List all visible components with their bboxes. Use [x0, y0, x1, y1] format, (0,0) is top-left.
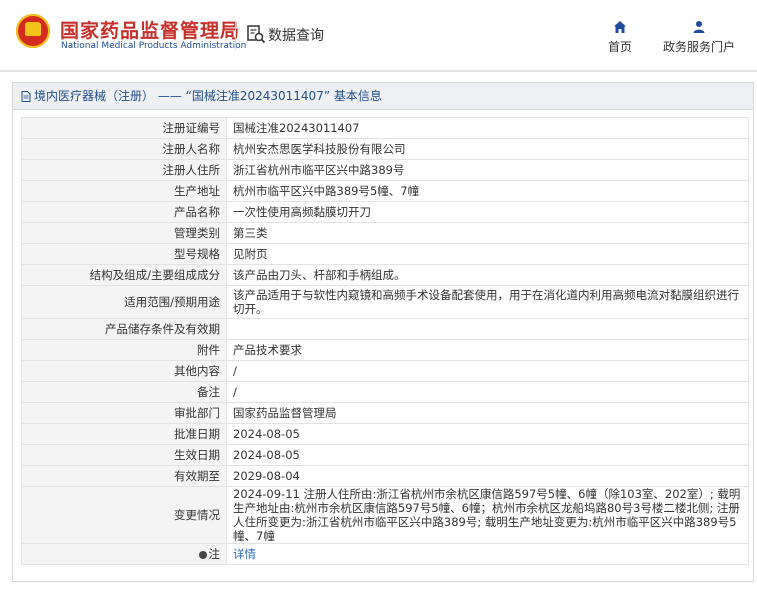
- field-label: 产品名称: [21, 201, 227, 223]
- note-label: 注: [208, 547, 221, 561]
- field-value: 杭州安杰思医学科技股份有限公司: [226, 138, 749, 160]
- field-label: 审批部门: [21, 402, 227, 424]
- table-row: 变更情况 2024-09-11 注册人住所由:浙江省杭州市余杭区康信路597号5幢…: [21, 486, 749, 544]
- field-value: 2024-08-05: [226, 423, 749, 445]
- header-divider: [235, 20, 236, 50]
- field-value: 2024-09-11 注册人住所由:浙江省杭州市余杭区康信路597号5幢、6幢（…: [226, 486, 749, 544]
- table-row: 结构及组成/主要组成成分 该产品由刀头、杆部和手柄组成。: [21, 264, 749, 286]
- field-label-note: 注: [21, 543, 227, 565]
- table-row: 注册人名称 杭州安杰思医学科技股份有限公司: [21, 138, 749, 160]
- table-row: 其他内容 /: [21, 360, 749, 382]
- brand-title: 国家药品监督管理局: [60, 20, 241, 42]
- breadcrumb-text: 境内医疗器械（注册） —— “国械注准20243011407” 基本信息: [34, 89, 382, 103]
- field-label: 产品储存条件及有效期: [21, 318, 227, 340]
- table-row: 生产地址 杭州市临平区兴中路389号5幢、7幢: [21, 180, 749, 202]
- brand-subtitle: National Medical Products Administration: [61, 41, 247, 51]
- field-value: /: [226, 360, 749, 382]
- field-label: 有效期至: [21, 465, 227, 487]
- table-row: 有效期至 2029-08-04: [21, 465, 749, 487]
- nav-home[interactable]: 首页: [608, 20, 632, 55]
- nav-service-portal-label: 政务服务门户: [663, 40, 736, 54]
- field-value: 一次性使用高频黏膜切开刀: [226, 201, 749, 223]
- table-row: 附件 产品技术要求: [21, 339, 749, 361]
- field-label: 变更情况: [21, 486, 227, 544]
- field-label: 注册证编号: [21, 117, 227, 139]
- table-row: 生效日期 2024-08-05: [21, 444, 749, 466]
- field-label: 适用范围/预期用途: [21, 285, 227, 319]
- registration-info-table: 注册证编号 国械注准20243011407 注册人名称 杭州安杰思医学科技股份有限公…: [21, 117, 749, 565]
- field-value: /: [226, 381, 749, 403]
- data-query-label[interactable]: 数据查询: [268, 25, 324, 45]
- field-label: 生产地址: [21, 180, 227, 202]
- details-link[interactable]: 详情: [233, 547, 256, 561]
- field-label: 生效日期: [21, 444, 227, 466]
- table-row: 产品名称 一次性使用高频黏膜切开刀: [21, 201, 749, 223]
- table-row: 适用范围/预期用途 该产品适用于与软性内窥镜和高频手术设备配套使用，用于在消化道内…: [21, 285, 749, 319]
- table-row: 注 详情: [21, 543, 749, 565]
- field-value: 该产品适用于与软性内窥镜和高频手术设备配套使用，用于在消化道内利用高频电流对黏膜…: [226, 285, 749, 319]
- field-label: 批准日期: [21, 423, 227, 445]
- field-label: 结构及组成/主要组成成分: [21, 264, 227, 286]
- field-value: 该产品由刀头、杆部和手柄组成。: [226, 264, 749, 286]
- field-value: 国械注准20243011407: [226, 117, 749, 139]
- field-value: 浙江省杭州市临平区兴中路389号: [226, 159, 749, 181]
- nav-home-label: 首页: [608, 40, 633, 54]
- national-emblem-logo: [16, 14, 50, 48]
- document-icon: [21, 91, 31, 102]
- home-icon: [614, 21, 626, 33]
- field-label: 附件: [21, 339, 227, 361]
- header-bottom-line: [0, 70, 757, 72]
- field-label: 管理类别: [21, 222, 227, 244]
- field-value: [226, 318, 749, 340]
- field-value: 产品技术要求: [226, 339, 749, 361]
- table-row: 注册证编号 国械注准20243011407: [21, 117, 749, 139]
- field-value: 2024-08-05: [226, 444, 749, 466]
- table-row: 型号规格 见附页: [21, 243, 749, 265]
- breadcrumb: 境内医疗器械（注册） —— “国械注准20243011407” 基本信息: [13, 83, 753, 110]
- user-icon: [693, 21, 705, 33]
- field-label: 注册人住所: [21, 159, 227, 181]
- data-query-icon: [247, 25, 266, 44]
- table-row: 批准日期 2024-08-05: [21, 423, 749, 445]
- field-value: 详情: [226, 543, 749, 565]
- nav-service-portal[interactable]: 政务服务门户: [663, 20, 735, 55]
- table-row: 审批部门 国家药品监督管理局: [21, 402, 749, 424]
- table-row: 产品储存条件及有效期: [21, 318, 749, 340]
- field-value: 2029-08-04: [226, 465, 749, 487]
- field-value: 第三类: [226, 222, 749, 244]
- field-label: 型号规格: [21, 243, 227, 265]
- site-header: 国家药品监督管理局 National Medical Products Admi…: [0, 0, 757, 70]
- field-value: 见附页: [226, 243, 749, 265]
- field-value: 杭州市临平区兴中路389号5幢、7幢: [226, 180, 749, 202]
- field-label: 其他内容: [21, 360, 227, 382]
- table-row: 管理类别 第三类: [21, 222, 749, 244]
- field-label: 注册人名称: [21, 138, 227, 160]
- bulb-icon: [198, 550, 207, 559]
- table-row: 注册人住所 浙江省杭州市临平区兴中路389号: [21, 159, 749, 181]
- table-row: 备注 /: [21, 381, 749, 403]
- field-value: 国家药品监督管理局: [226, 402, 749, 424]
- detail-panel: 境内医疗器械（注册） —— “国械注准20243011407” 基本信息 注册证…: [12, 82, 754, 582]
- field-label: 备注: [21, 381, 227, 403]
